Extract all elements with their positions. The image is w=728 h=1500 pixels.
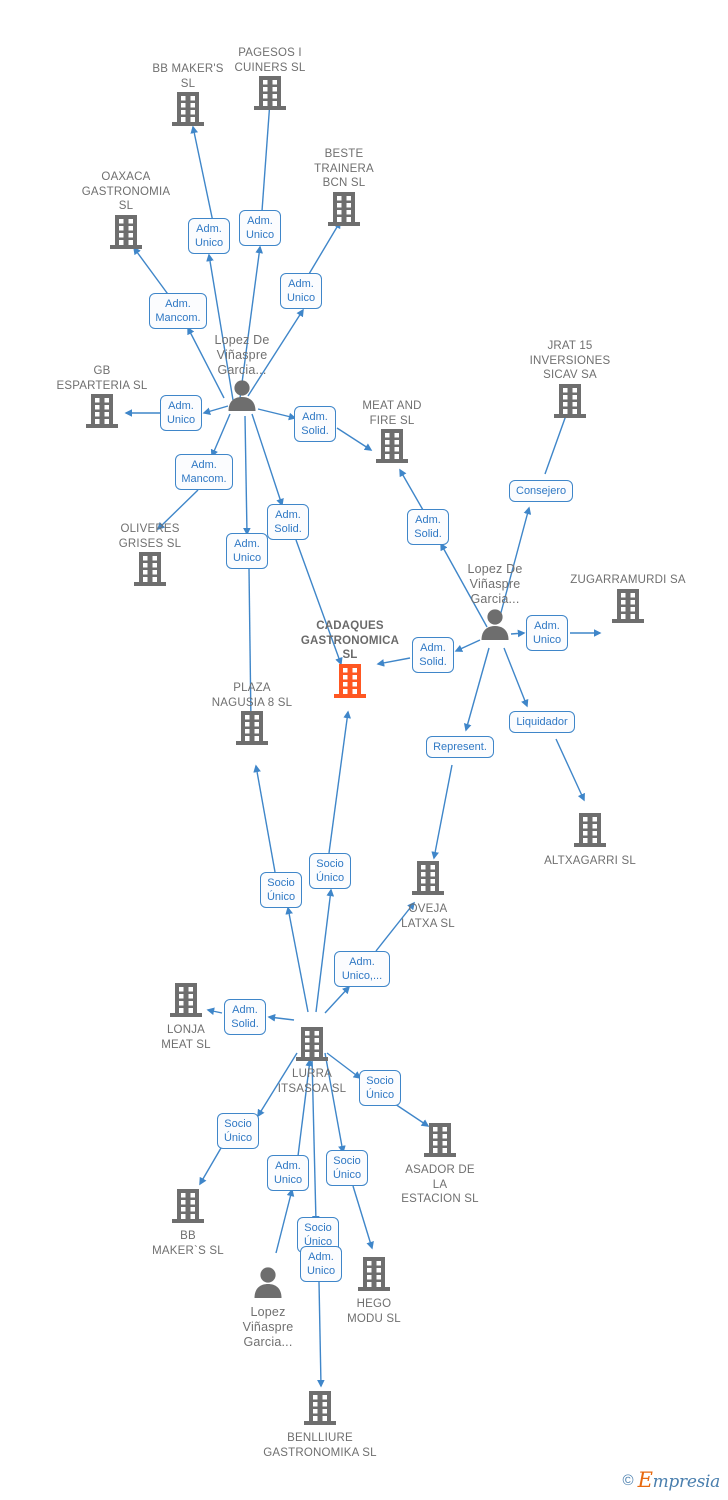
building-icon xyxy=(85,551,215,587)
node-label: ASADOR DE LA ESTACION SL xyxy=(401,1164,479,1205)
node-label: Lopez De Viñaspre Garcia... xyxy=(214,333,270,377)
edge-label-adm-solid[interactable]: Adm. Solid. xyxy=(267,504,309,540)
node-label: LURRA ITSASOA SL xyxy=(277,1068,347,1095)
node-meat-and-fire-sl[interactable]: MEAT AND FIRE SL xyxy=(327,399,457,464)
building-icon xyxy=(525,812,655,848)
node-label: BESTE TRAINERA BCN SL xyxy=(314,148,374,189)
node-label: MEAT AND FIRE SL xyxy=(362,400,422,427)
node-label: OVEJA LATXA SL xyxy=(401,903,455,930)
node-label: Lopez Viñaspre Garcia... xyxy=(242,1305,294,1349)
edge-label-represent[interactable]: Represent. xyxy=(426,736,494,758)
building-icon xyxy=(205,75,335,111)
edge-label-socio-unico[interactable]: Socio Único xyxy=(260,872,302,908)
node-label: OAXACA GASTRONOMIA SL xyxy=(81,171,171,212)
edge-label-adm-unico[interactable]: Adm. Unico xyxy=(300,1246,342,1282)
node-beste-trainera-bcn-sl[interactable]: BESTE TRAINERA BCN SL xyxy=(279,147,409,227)
edge-label-adm-solid[interactable]: Adm. Solid. xyxy=(412,637,454,673)
building-icon xyxy=(363,860,493,896)
node-label: JRAT 15 INVERSIONES SICAV SA xyxy=(529,340,611,381)
copyright-icon: © xyxy=(622,1471,634,1489)
edge-label-consejero[interactable]: Consejero xyxy=(509,480,573,502)
node-lurra-itsasoa-sl[interactable]: LURRA ITSASOA SL xyxy=(247,1026,377,1096)
edge-label-adm-unico[interactable]: Adm. Unico xyxy=(239,210,281,246)
building-icon xyxy=(505,383,635,419)
edge-label-socio-unico[interactable]: Socio Único xyxy=(359,1070,401,1106)
node-label: ALTXAGARRI SL xyxy=(544,855,636,867)
edge-label-adm-unico-more[interactable]: Adm. Unico,... xyxy=(334,951,390,987)
edge-label-adm-solid[interactable]: Adm. Solid. xyxy=(407,509,449,545)
building-icon xyxy=(37,393,167,429)
building-icon xyxy=(61,214,191,250)
node-label: CADAQUES GASTRONOMICA SL xyxy=(300,620,400,661)
node-label: ZUGARRAMURDI SA xyxy=(570,574,686,586)
building-icon xyxy=(375,1122,505,1158)
edge-label-socio-unico[interactable]: Socio Único xyxy=(217,1113,259,1149)
node-oveja-latxa-sl[interactable]: OVEJA LATXA SL xyxy=(363,860,493,931)
diagram-canvas: BB MAKER'S SL PAGESOS I CUINERS SL BESTE xyxy=(0,0,728,1500)
edge-label-adm-mancom[interactable]: Adm. Mancom. xyxy=(149,293,207,329)
edge-label-adm-solid[interactable]: Adm. Solid. xyxy=(224,999,266,1035)
building-icon xyxy=(247,1026,377,1062)
node-label: PLAZA NAGUSIA 8 SL xyxy=(211,682,293,709)
node-pagesos-i-cuiners-sl[interactable]: PAGESOS I CUINERS SL xyxy=(205,46,335,111)
brand-rest: mpresia xyxy=(652,1472,721,1492)
edge-label-adm-unico[interactable]: Adm. Unico xyxy=(526,615,568,651)
edge-label-liquidador[interactable]: Liquidador xyxy=(509,711,575,733)
edge-label-adm-unico[interactable]: Adm. Unico xyxy=(226,533,268,569)
edge-label-adm-unico[interactable]: Adm. Unico xyxy=(160,395,202,431)
node-label: OLIVERES GRISES SL xyxy=(118,523,182,550)
edge-label-adm-mancom[interactable]: Adm. Mancom. xyxy=(175,454,233,490)
node-label: GB ESPARTERIA SL xyxy=(56,365,148,392)
building-icon xyxy=(187,710,317,746)
building-icon xyxy=(279,191,409,227)
node-zugarramurdi-sa[interactable]: ZUGARRAMURDI SA xyxy=(563,573,693,624)
edge-label-adm-unico[interactable]: Adm. Unico xyxy=(188,218,230,254)
edge-label-socio-unico[interactable]: Socio Único xyxy=(309,853,351,889)
node-label: PAGESOS I CUINERS SL xyxy=(234,47,306,74)
building-icon xyxy=(327,428,457,464)
brand-name: Empresia xyxy=(637,1468,721,1492)
edge-label-adm-unico[interactable]: Adm. Unico xyxy=(267,1155,309,1191)
node-jrat-15-inversiones-sicav-sa[interactable]: JRAT 15 INVERSIONES SICAV SA xyxy=(505,339,635,419)
edge-label-adm-unico[interactable]: Adm. Unico xyxy=(280,273,322,309)
building-icon xyxy=(123,1188,253,1224)
node-bb-makers-sl-bottom[interactable]: BB MAKER`S SL xyxy=(123,1188,253,1258)
watermark: © Empresia xyxy=(622,1468,721,1492)
node-label: Lopez De Viñaspre Garcia... xyxy=(467,562,523,606)
node-oaxaca-gastronomia-sl[interactable]: OAXACA GASTRONOMIA SL xyxy=(61,170,191,250)
node-benlliure-gastronomika-sl[interactable]: BENLLIURE GASTRONOMIKA SL xyxy=(255,1390,385,1460)
building-icon xyxy=(563,588,693,624)
building-icon xyxy=(255,1390,385,1426)
edge-label-adm-solid[interactable]: Adm. Solid. xyxy=(294,406,336,442)
node-gb-esparteria-sl[interactable]: GB ESPARTERIA SL xyxy=(37,364,167,429)
node-plaza-nagusia-8-sl[interactable]: PLAZA NAGUSIA 8 SL xyxy=(187,681,317,746)
node-label: BB MAKER`S SL xyxy=(152,1230,224,1257)
edge-label-socio-unico[interactable]: Socio Único xyxy=(326,1150,368,1186)
node-altxagarri-sl[interactable]: ALTXAGARRI SL xyxy=(525,812,655,869)
node-asador-de-la-estacion-sl[interactable]: ASADOR DE LA ESTACION SL xyxy=(375,1122,505,1207)
brand-initial: E xyxy=(637,1468,653,1492)
node-oliveres-grises-sl[interactable]: OLIVERES GRISES SL xyxy=(85,522,215,587)
node-label: BENLLIURE GASTRONOMIKA SL xyxy=(263,1432,377,1459)
